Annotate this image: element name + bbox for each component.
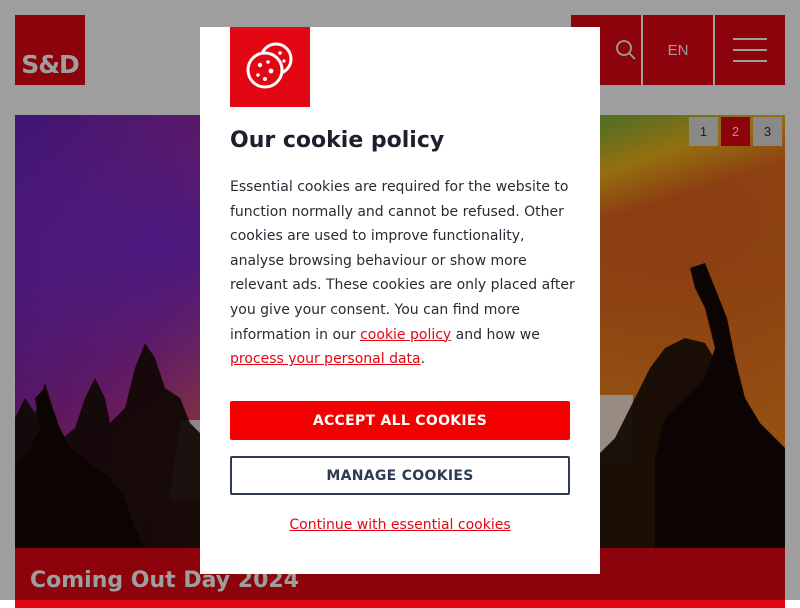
continue-essential-cookies-link[interactable]: Continue with essential cookies [200, 517, 600, 533]
body-middle: and how we [451, 326, 540, 343]
cookie-policy-link[interactable]: cookie policy [360, 327, 451, 343]
manage-cookies-button[interactable]: MANAGE COOKIES [230, 456, 570, 495]
cookie-icon [246, 42, 293, 89]
personal-data-link[interactable]: process your personal data [230, 351, 421, 367]
modal-title: Our cookie policy [230, 128, 445, 153]
body-intro: Essential cookies are required for the w… [230, 179, 575, 343]
modal-body-text: Essential cookies are required for the w… [230, 175, 575, 372]
cookie-modal: Our cookie policy Essential cookies are … [200, 27, 600, 574]
accept-all-cookies-button[interactable]: ACCEPT ALL COOKIES [230, 401, 570, 440]
body-end: . [420, 351, 426, 368]
cookie-badge [230, 27, 310, 107]
